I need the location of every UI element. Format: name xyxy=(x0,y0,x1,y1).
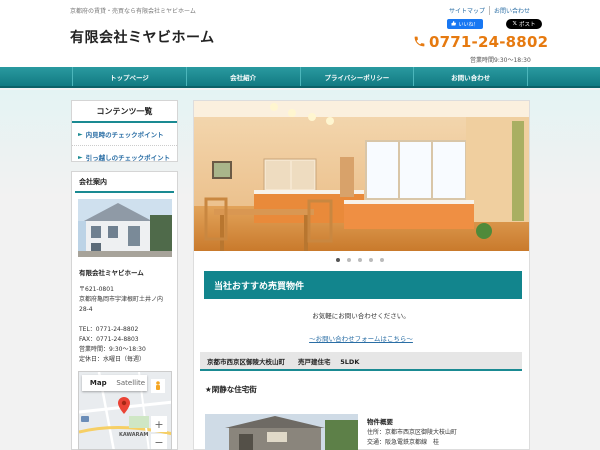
phone-block[interactable]: 0771-24-8802 xyxy=(413,33,548,51)
hero-slider[interactable] xyxy=(194,101,529,251)
contents-heading: コンテンツ一覧 xyxy=(72,101,177,123)
thumbs-up-icon xyxy=(451,20,457,28)
google-map[interactable]: Map Satellite KAWARAM + − xyxy=(78,371,172,450)
map-type-map[interactable]: Map xyxy=(82,375,115,391)
property-photo[interactable] xyxy=(205,414,358,450)
global-nav-items: トップページ 会社紹介 プライバシーポリシー お問い合わせ xyxy=(72,67,528,86)
property-feature: ★閑静な住宅街 xyxy=(205,385,257,394)
map-place-label: KAWARAM xyxy=(119,432,149,438)
map-pin-icon xyxy=(118,397,130,416)
zoom-in-button[interactable]: + xyxy=(151,416,167,432)
sitemap-link[interactable]: サイトマップ xyxy=(445,6,489,15)
property-overview: 住所：京都市西京区御陵大枝山町 交通：阪急電鉄京都線 桂 xyxy=(367,428,457,448)
company-contact: TEL：0771-24-8802 FAX：0771-24-8803 営業時間：9… xyxy=(79,325,146,365)
address-line: 京都府亀岡市宇津根町土井ノ内 xyxy=(79,296,164,303)
fax-line: FAX：0771-24-8803 xyxy=(79,336,139,343)
contact-top-link[interactable]: お問い合わせ xyxy=(489,6,534,15)
contact-note: お気軽にお問い合わせください。 xyxy=(312,312,410,320)
company-building-photo xyxy=(78,199,172,257)
x-post-label: ポスト xyxy=(518,22,536,28)
phone-icon xyxy=(413,35,426,50)
top-links: サイトマップ お問い合わせ xyxy=(445,6,534,15)
map-type-satellite[interactable]: Satellite xyxy=(115,375,148,391)
postal-code: 〒621-0801 xyxy=(79,286,114,293)
closed-day-line: 定休日：水曜日（毎週） xyxy=(79,356,146,363)
x-post-button[interactable]: 𝕏 ポスト xyxy=(506,19,542,29)
x-logo-icon: 𝕏 xyxy=(512,21,517,27)
address-line: 28-4 xyxy=(79,306,93,313)
property-access: 交通：阪急電鉄京都線 桂 xyxy=(367,439,440,446)
tel-line: TEL：0771-24-8802 xyxy=(79,326,139,333)
arrow-right-icon: ► xyxy=(78,130,83,138)
sidebar-link-label: 引っ越しのチェックポイント xyxy=(85,154,171,162)
global-nav: トップページ 会社紹介 プライバシーポリシー お問い合わせ xyxy=(0,67,600,88)
sidebar-link-viewing-checkpoints[interactable]: ► 内見時のチェックポイント xyxy=(72,123,177,146)
map-type-toggle: Map Satellite xyxy=(82,375,147,391)
nav-item-privacy[interactable]: プライバシーポリシー xyxy=(301,67,415,86)
arrow-right-icon: ► xyxy=(78,153,83,161)
nav-item-top[interactable]: トップページ xyxy=(72,67,187,86)
hours-line: 営業時間：9:30～18:30 xyxy=(79,346,146,353)
company-name: 有限会社ミヤビホーム xyxy=(79,269,144,277)
property-overview-title: 物件概要 xyxy=(367,418,393,426)
site-tagline: 京都府の賃貸・売買なら有限会社ミヤビホーム xyxy=(70,8,196,15)
recommended-properties-heading: 当社おすすめ売買物件 xyxy=(200,271,522,299)
slider-dots xyxy=(0,256,600,266)
site-header: 京都府の賃貸・売買なら有限会社ミヤビホーム 有限会社ミヤビホーム サイトマップ … xyxy=(0,0,600,67)
kitchen-photo xyxy=(194,101,529,251)
phone-number: 0771-24-8802 xyxy=(429,33,549,51)
contact-form-link[interactable]: ～お問い合わせフォームはこちら～ xyxy=(200,333,522,343)
property-address: 住所：京都市西京区御陵大枝山町 xyxy=(367,429,458,436)
property-heading: 京都市西京区御陵大枝山町 売戸建住宅 5LDK xyxy=(200,352,522,371)
company-heading: 会社案内 xyxy=(75,172,174,193)
company-address: 〒621-0801 京都府亀岡市宇津根町土井ノ内 28-4 xyxy=(79,285,163,315)
sns-buttons: いいね！ 𝕏 ポスト xyxy=(447,19,542,29)
nav-item-contact[interactable]: お問い合わせ xyxy=(414,67,528,86)
nav-item-company[interactable]: 会社紹介 xyxy=(187,67,301,86)
facebook-like-button[interactable]: いいね！ xyxy=(447,19,483,29)
zoom-out-button[interactable]: − xyxy=(151,434,167,449)
sidebar-link-moving-checkpoints[interactable]: ► 引っ越しのチェックポイント xyxy=(72,146,177,168)
business-hours: 営業時間9:30～18:30 xyxy=(470,57,531,64)
street-view-pegman-icon[interactable] xyxy=(151,379,165,393)
contents-menu: コンテンツ一覧 ► 内見時のチェックポイント ► 引っ越しのチェックポイント xyxy=(71,100,178,162)
facebook-like-label: いいね！ xyxy=(458,21,479,28)
sidebar-link-label: 内見時のチェックポイント xyxy=(85,131,164,139)
site-title[interactable]: 有限会社ミヤビホーム xyxy=(70,27,215,47)
